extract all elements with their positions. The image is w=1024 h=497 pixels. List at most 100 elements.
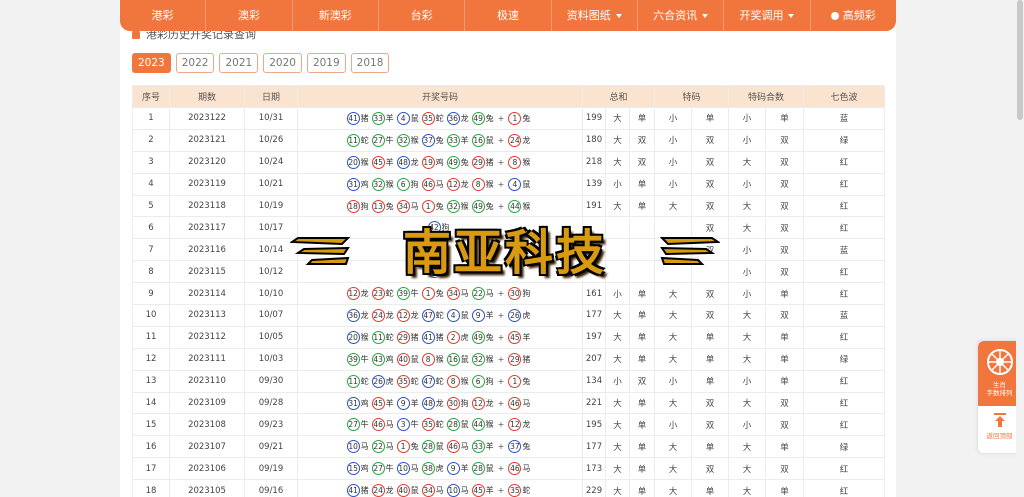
zodiac-label: 马 [522,398,531,408]
zodiac-label: 马 [410,464,419,474]
row-special-size: 大 [654,325,693,349]
row-sum-size: 大 [605,391,630,415]
number-ball: 28 [471,462,485,476]
number-ball: 35 [421,418,435,432]
zodiac-label: 羊 [460,464,469,474]
chevron-down-icon [702,14,709,18]
zodiac-label: 猪 [360,113,369,123]
row-hs-parity: 双 [765,194,805,218]
row-sum: 177 [582,304,606,327]
number-ball: 15 [346,462,360,476]
row-special-parity: 单 [691,347,730,371]
zodiac-label: 马 [385,442,394,452]
zodiac-label: 牛 [360,354,369,364]
year-button-2022[interactable]: 2022 [175,53,215,73]
row-hs-parity: 双 [765,150,805,174]
number-ball: 13 [371,199,385,213]
zodiac-label: 猴 [435,354,444,364]
zodiac-label: 龙 [385,486,394,496]
row-wave: 红 [803,150,886,174]
number-ball: 26 [371,374,385,388]
row-hs-parity: 双 [765,216,805,240]
row-no: 13 [132,369,170,393]
zodiac-label: 羊 [485,310,494,320]
row-special-size: 大 [654,435,693,459]
row-hs-size: 大 [728,479,767,497]
row-hs-size: 小 [728,172,767,196]
number-ball: 30 [508,287,522,301]
zodiac-label: 鼠 [460,420,469,430]
zodiac-label: 羊 [522,332,531,342]
row-hs-parity: 单 [765,479,805,497]
row-no: 14 [132,391,170,415]
zodiac-label: 蛇 [385,332,394,342]
row-wave: 红 [803,479,886,497]
nav-item-5[interactable]: 资料图纸 [552,0,638,31]
row-wave: 红 [803,194,886,218]
zodiac-label: 虎 [385,376,394,386]
table-row: 13 2023110 09/30 11 蛇 26 虎 35 蛇 47 蛇 8 猴 6 狗 +1 兔 134 小双小单… [132,369,886,393]
nav-item-2[interactable]: 新澳彩 [293,0,379,31]
row-hs-parity: 单 [765,435,805,459]
nav-item-0[interactable]: 港彩 [120,0,207,31]
zodiac-label: 狗 [485,376,494,386]
nav-item-3[interactable]: 台彩 [379,0,466,31]
scrollbar[interactable] [1016,0,1024,497]
number-ball: 41 [346,484,360,497]
zodiac-order-button[interactable]: 生肖 字数排列 [978,341,1021,406]
row-sum-size: 大 [605,194,630,218]
header-special-sum: 特码合数 [728,85,805,108]
row-no: 15 [132,413,170,437]
row-wave: 红 [803,282,886,306]
row-sum: 191 [582,194,606,218]
row-date: 10/19 [244,194,298,218]
nav-item-7[interactable]: 开奖调用 [724,0,811,31]
number-ball: 45 [508,330,522,344]
nav-item-8[interactable]: 高频彩 [811,0,896,31]
year-button-2019[interactable]: 2019 [306,53,346,73]
row-sum-size: 大 [605,413,630,437]
number-ball: 28 [446,418,460,432]
number-ball: 4 [446,308,460,322]
row-hs-size: 大 [728,347,767,371]
row-special-size: 小 [654,107,693,130]
year-button-2020[interactable]: 2020 [263,53,302,73]
row-date: 09/19 [244,457,298,481]
row-special-parity: 单 [691,369,730,393]
row-issue: 2023112 [169,325,245,349]
year-button-2023[interactable]: 2023 [132,53,171,73]
number-ball: 1 [508,374,522,388]
number-ball: 16 [471,133,485,147]
zodiac-label: 兔 [435,201,444,211]
zodiac-label: 牛 [360,420,369,430]
scrollbar-thumb[interactable] [1017,0,1023,120]
nav-item-6[interactable]: 六合资讯 [638,0,725,31]
row-wave: 红 [803,172,886,196]
row-sum-size: 大 [605,435,630,459]
row-wave: 蓝 [803,304,886,327]
row-special-size: 小 [654,413,693,437]
row-wave: 蓝 [803,107,886,130]
number-ball: 34 [421,484,435,497]
row-hs-size: 大 [728,391,767,415]
zodiac-label: 猴 [460,376,469,386]
row-hs-size: 大 [728,150,767,174]
year-button-2018[interactable]: 2018 [350,53,390,73]
nav-item-4[interactable]: 极速 [465,0,552,31]
header-special: 特码 [654,85,730,108]
number-ball: 22 [371,440,385,454]
zodiac-label: 羊 [485,486,494,496]
row-numbers: 20 猴 11 蛇 29 猪 41 猪 2 虎 49 兔 +45 羊 [297,325,583,349]
number-ball: 8 [446,374,460,388]
table-row: 18 2023105 09/16 41 猪 24 龙 40 鼠 34 马 10 马 45 羊 +35 蛇 229 大… [132,479,886,497]
table-header-row: 序号 期数 日期 开奖号码 总和 特码 特码合数 七色波 [132,85,886,108]
zodiac-label: 蛇 [522,486,531,496]
zodiac-label: 马 [460,442,469,452]
nav-item-1[interactable]: 澳彩 [206,0,293,31]
row-no: 2 [132,128,170,152]
number-ball: 24 [371,484,385,497]
back-to-top-button[interactable]: 返回顶部 [978,406,1021,440]
row-sum: 177 [582,435,606,459]
year-button-2021[interactable]: 2021 [219,53,259,73]
number-ball: 11 [371,330,385,344]
